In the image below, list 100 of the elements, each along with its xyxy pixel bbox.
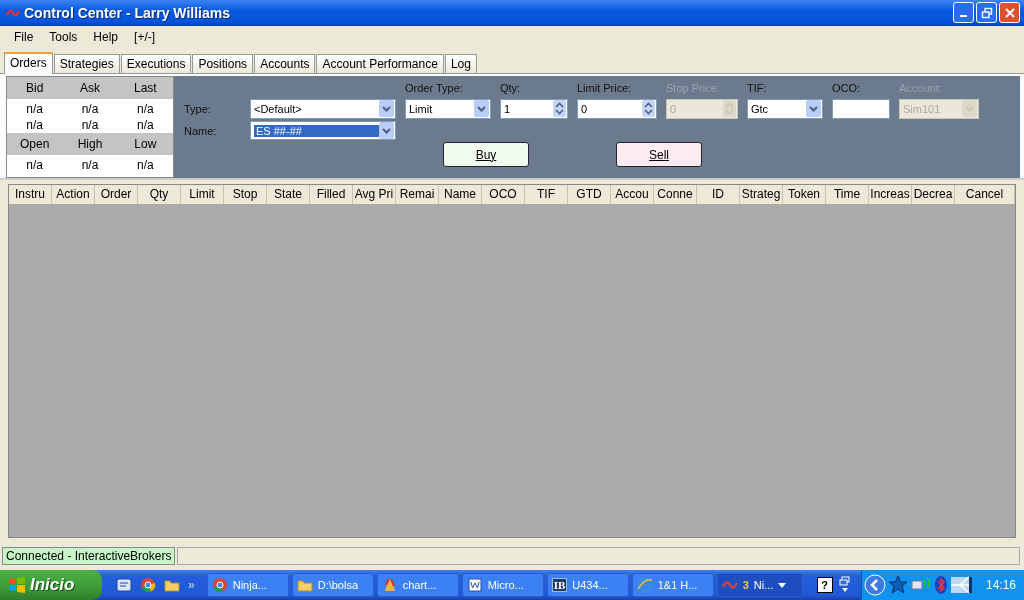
sell-button[interactable]: Sell <box>616 142 702 168</box>
table-cell-text: n/a <box>80 101 100 116</box>
folder-icon <box>296 577 313 593</box>
minimize-icon <box>960 15 967 18</box>
collapse-icon[interactable] <box>863 574 886 596</box>
table-cell-text: n/a <box>135 101 155 116</box>
menu-item[interactable]: [+/-] <box>126 30 164 45</box>
table-cell-text: n/a <box>80 117 100 132</box>
column-header[interactable]: Remai <box>396 185 439 205</box>
menu-item[interactable]: Help <box>85 30 127 45</box>
window-title: Control Center - Larry Williams <box>24 4 232 21</box>
table-cell-text: n/a <box>135 117 155 132</box>
windows-icon[interactable] <box>838 576 851 594</box>
taskbar-button[interactable]: IB U434... <box>546 573 629 597</box>
dropdown[interactable]: Gtc <box>747 98 823 119</box>
name-dropdown[interactable]: ES ##-## <box>250 121 396 141</box>
spin-field[interactable]: 1 <box>500 98 568 119</box>
column-header[interactable]: OCO <box>482 185 525 205</box>
column-header[interactable]: Instru <box>9 185 52 205</box>
column-header[interactable]: Filled <box>310 185 353 205</box>
folder-icon[interactable] <box>164 577 180 593</box>
column-header[interactable]: Order <box>95 185 138 205</box>
tab[interactable]: Orders <box>4 51 53 74</box>
taskbar-button[interactable]: 1&1 H... <box>631 573 714 597</box>
menu-item[interactable]: File <box>6 30 42 45</box>
column-header: Ask <box>79 80 101 95</box>
menu-item[interactable]: Tools <box>41 30 86 45</box>
taskbar-button[interactable]: Micro... <box>461 573 544 597</box>
column-header[interactable]: Time <box>826 185 869 205</box>
field-label: Type: <box>184 102 212 115</box>
column-header[interactable]: Strateg <box>740 185 783 205</box>
windows-flag-icon <box>8 577 26 593</box>
column-header[interactable]: Action <box>52 185 95 205</box>
spin-field[interactable]: 0 <box>577 98 657 119</box>
column-header[interactable]: Cancel <box>955 185 1015 205</box>
input-field[interactable] <box>832 98 890 119</box>
table-cell-text: n/a <box>135 157 155 172</box>
tab[interactable]: Strategies <box>53 53 120 73</box>
more-button[interactable]: » <box>188 578 195 592</box>
column-header[interactable]: TIF <box>525 185 568 205</box>
badge: IB <box>551 578 568 592</box>
field-label: Name: <box>184 124 218 137</box>
type-dropdown[interactable]: <Default> <box>250 98 396 119</box>
tab[interactable]: Accounts <box>254 53 316 73</box>
wave-logo-icon <box>721 579 738 591</box>
tab[interactable]: Executions <box>120 53 192 73</box>
column-header[interactable]: State <box>267 185 310 205</box>
spinner-arrows-icon <box>642 100 655 118</box>
taskbar-button[interactable]: D:\bolsa <box>291 573 374 597</box>
tab[interactable]: Log <box>444 53 477 73</box>
column-header: Bid <box>25 80 45 95</box>
table-cell-text: n/a <box>80 157 100 172</box>
field-label: TIF: <box>747 81 768 94</box>
clock: 14:16 <box>985 578 1016 592</box>
desktop-icon[interactable] <box>116 577 132 593</box>
column-header[interactable]: ID <box>697 185 740 205</box>
browser-icon[interactable] <box>140 577 156 593</box>
taskbar-button[interactable]: 3 Ni... <box>716 573 803 597</box>
column-header[interactable]: Increas <box>869 185 912 205</box>
dropdown[interactable]: Limit <box>405 98 491 119</box>
caret-icon <box>778 582 787 588</box>
column-header[interactable]: Qty <box>138 185 181 205</box>
field-label: Qty: <box>500 81 522 94</box>
tab[interactable]: Positions <box>192 53 254 73</box>
close-icon <box>1004 7 1015 18</box>
close-button[interactable] <box>999 2 1020 24</box>
window-count: 3 <box>742 579 749 591</box>
column-header[interactable]: Avg Pri <box>353 185 396 205</box>
help-icon[interactable]: ? <box>816 577 833 593</box>
browser-icon <box>636 577 653 593</box>
column-header[interactable]: Name <box>439 185 482 205</box>
restore-icon <box>980 6 993 19</box>
column-header[interactable]: Conne <box>654 185 697 205</box>
restore-button[interactable] <box>976 2 997 24</box>
connection-status: Connected - InteractiveBrokers <box>2 547 176 565</box>
column-header: High <box>76 136 104 151</box>
tab[interactable]: Account Performance <box>316 53 444 73</box>
buy-button[interactable]: Buy <box>443 142 529 168</box>
app-logo-icon <box>6 7 20 18</box>
column-header[interactable]: Decrea <box>912 185 955 205</box>
selected-text: ES ##-## <box>254 124 379 137</box>
column-header[interactable]: Limit <box>181 185 224 205</box>
column-header: Last <box>132 80 158 95</box>
column-header[interactable]: Token <box>783 185 826 205</box>
taskbar-button[interactable]: Ninja... <box>206 573 289 597</box>
browser-icon <box>211 577 228 593</box>
field-label: Order Type: <box>405 81 464 94</box>
column-header[interactable]: Accou <box>611 185 654 205</box>
taskbar-button[interactable]: chart... <box>376 573 459 597</box>
spinner-arrows-icon <box>723 100 736 118</box>
column-header: Open <box>19 136 51 151</box>
column-header[interactable]: Stop <box>224 185 267 205</box>
field-label: OCO: <box>832 81 862 94</box>
spinner-arrows-icon <box>553 100 566 118</box>
star-icon[interactable] <box>887 575 908 595</box>
column-header[interactable]: GTD <box>568 185 611 205</box>
minimize-button[interactable] <box>953 2 974 24</box>
table-cell-text: n/a <box>25 157 44 172</box>
display-icon[interactable] <box>949 575 972 595</box>
table-cell-text: n/a <box>25 101 44 116</box>
